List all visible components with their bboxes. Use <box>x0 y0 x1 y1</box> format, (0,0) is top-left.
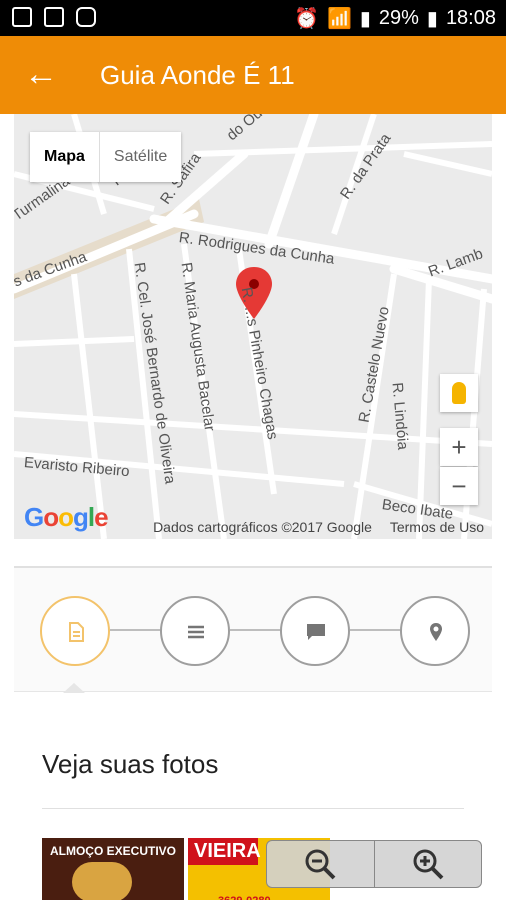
zoom-out-icon[interactable] <box>267 841 375 887</box>
document-icon <box>65 621 87 643</box>
map-attribution: Dados cartográficos ©2017 Google Termos … <box>139 519 484 535</box>
battery-icon: ▮ <box>426 8 438 30</box>
map-type-toggle: Mapa Satélite <box>30 132 182 182</box>
zoom-in-icon[interactable] <box>375 841 482 887</box>
map-data-credit: Dados cartográficos ©2017 Google <box>153 519 372 535</box>
facebook-icon <box>12 7 32 27</box>
wifi-icon: 📶 <box>326 8 352 30</box>
step-list[interactable] <box>160 596 230 666</box>
app-bar: ← Guia Aonde É 11 <box>0 36 506 114</box>
signal-icon: ▮ <box>359 8 371 30</box>
step-details[interactable] <box>40 596 110 666</box>
list-icon <box>185 621 207 643</box>
battery-percent: 29% <box>378 7 419 29</box>
zoom-controls <box>266 840 482 888</box>
food-image <box>72 862 132 900</box>
divider <box>42 808 464 809</box>
photo-caption: ALMOÇO EXECUTIVO <box>49 844 176 858</box>
step-indicator <box>63 683 85 693</box>
step-connector <box>230 629 282 631</box>
step-location[interactable] <box>400 596 470 666</box>
pegman-icon[interactable] <box>440 374 478 412</box>
comment-icon <box>305 621 327 643</box>
step-comments[interactable] <box>280 596 350 666</box>
photo-phone: 3629-0280 <box>218 895 330 900</box>
instagram-icon <box>76 7 96 27</box>
step-connector <box>110 629 162 631</box>
google-logo: Google <box>24 502 109 532</box>
page-title: Guia Aonde É 11 <box>100 60 295 90</box>
map-zoom-in-button[interactable]: + <box>440 428 478 466</box>
step-connector <box>350 629 402 631</box>
map-view[interactable]: R. Rodrigues da Cunha s da Cunha R. Rubi… <box>14 114 492 539</box>
step-navigator <box>14 568 492 693</box>
clock: 18:08 <box>445 7 496 29</box>
map-zoom-out-button[interactable]: − <box>440 467 478 505</box>
photo-brand: VIEIRA <box>188 838 261 865</box>
location-pin-icon <box>425 621 447 643</box>
photo-thumbnail[interactable]: ALMOÇO EXECUTIVO <box>42 838 184 900</box>
map-type-satellite-button[interactable]: Satélite <box>98 132 181 182</box>
status-bar: ⏰ 📶 ▮ 29% ▮ 18:08 <box>0 0 506 36</box>
gallery-icon <box>44 7 64 27</box>
arrow-back-icon[interactable]: ← <box>24 56 58 92</box>
alarm-icon: ⏰ <box>294 8 319 30</box>
map-terms-link[interactable]: Termos de Uso <box>390 519 484 535</box>
section-title: Veja suas fotos <box>42 749 219 779</box>
map-type-map-button[interactable]: Mapa <box>30 132 99 182</box>
